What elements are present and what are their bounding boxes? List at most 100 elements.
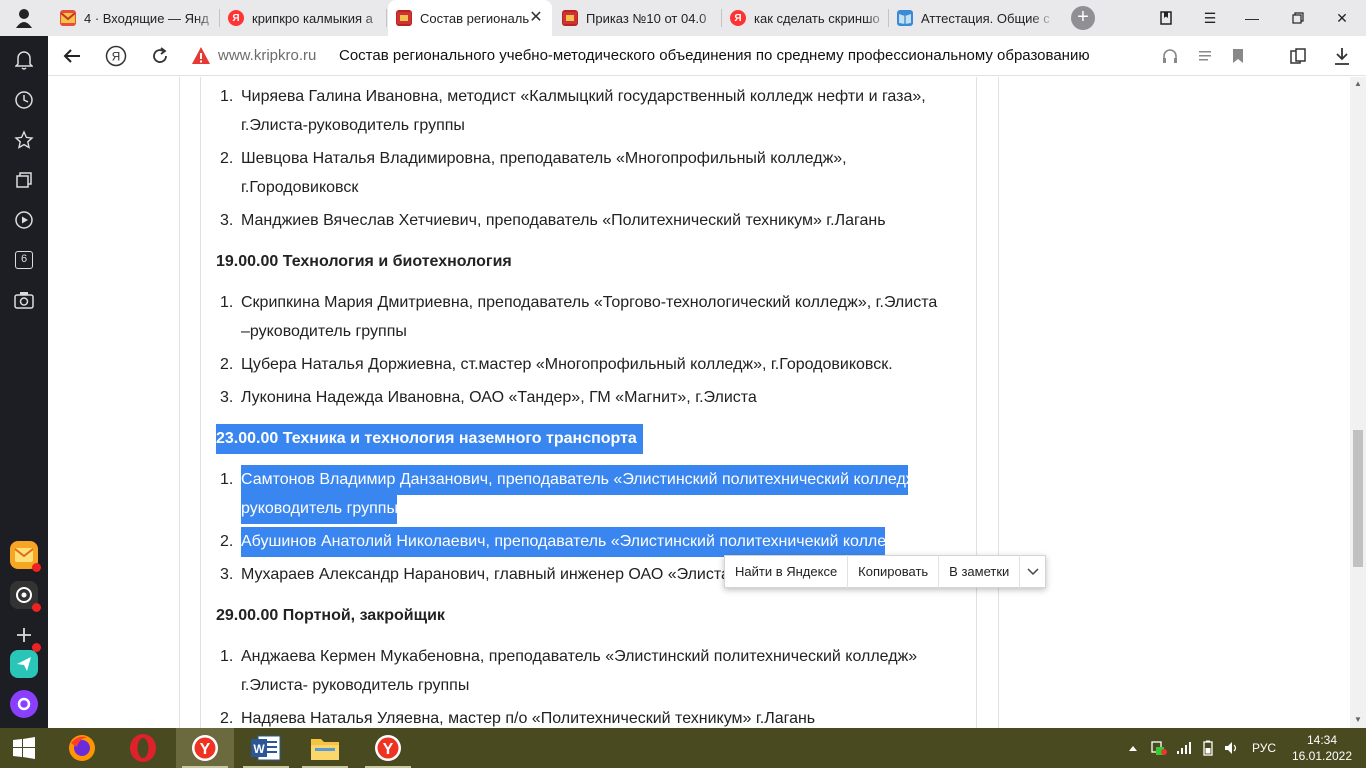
close-icon[interactable]: ✕	[528, 10, 544, 26]
svg-text:Y: Y	[200, 741, 211, 758]
tab-title: 4 · Входящие — Янд	[84, 10, 209, 26]
list-number: 3.	[220, 389, 234, 406]
scrollbar-thumb[interactable]	[1353, 430, 1363, 567]
scroll-down-arrow[interactable]: ▼	[1350, 713, 1366, 727]
warning-icon[interactable]	[191, 46, 211, 66]
section-heading-selected: 23.00.00 Техника и технология наземного …	[216, 424, 643, 454]
list-number: 2.	[220, 150, 234, 167]
headphones-icon[interactable]	[1160, 46, 1180, 66]
yandex-icon: Я	[228, 10, 244, 26]
site-icon	[396, 10, 412, 26]
list-number: 3.	[220, 566, 234, 583]
download-icon[interactable]	[1332, 46, 1352, 66]
list-number: 1.	[220, 648, 234, 665]
list-item-line: Манджиев Вячеслав Хетчиевич, преподавате…	[241, 212, 886, 229]
history-icon[interactable]	[12, 88, 36, 112]
messenger-app-icon[interactable]	[10, 581, 41, 612]
page-scrollbar[interactable]: ▲ ▼	[1350, 77, 1366, 728]
list-item-line: Анджаева Кермен Мукабеновна, преподавате…	[241, 648, 918, 665]
list-item-line-selected: Самтонов Владимир Данзанович, преподават…	[241, 465, 931, 495]
list-number: 1.	[220, 294, 234, 311]
scroll-up-arrow[interactable]: ▲	[1350, 77, 1366, 91]
yandex-browser-2-icon[interactable]: Y	[359, 728, 417, 768]
mail-icon	[60, 10, 76, 26]
tab-screenshot[interactable]: Я как сделать скриншо	[722, 0, 889, 36]
find-in-yandex-button[interactable]: Найти в Яндексе	[725, 555, 849, 588]
word-icon[interactable]: W	[237, 728, 295, 768]
battery-icon[interactable]	[1200, 728, 1216, 768]
reader-mode-icon[interactable]	[1195, 46, 1215, 66]
tab-title: как сделать скриншо	[754, 10, 880, 26]
tab-search-kripkro[interactable]: Я крипкро калмыкия а	[220, 0, 387, 36]
minimize-button[interactable]: —	[1230, 0, 1274, 36]
tab-mail[interactable]: 4 · Входящие — Янд	[52, 0, 220, 36]
system-clock[interactable]: 14:34 16.01.2022	[1290, 732, 1354, 764]
mail-app-icon[interactable]	[10, 541, 41, 572]
close-window-button[interactable]: ✕	[1320, 0, 1364, 36]
yandex-icon: Я	[730, 10, 746, 26]
list-item-line-selected: Абушинов Анатолий Николаевич, преподават…	[241, 527, 915, 557]
list-item-line-selected: руководитель группы	[241, 494, 398, 524]
badge-6-icon[interactable]: 6	[12, 248, 36, 272]
new-tab-button[interactable]: +	[1071, 6, 1095, 30]
volume-icon[interactable]	[1224, 728, 1240, 768]
bookmark-icon[interactable]	[1228, 46, 1248, 66]
tab-title: Приказ №10 от 04.0	[586, 10, 707, 26]
tab-prikaz[interactable]: Приказ №10 от 04.0	[556, 0, 722, 36]
alice-voice-icon[interactable]	[10, 690, 38, 718]
tab-bar: 4 · Входящие — Янд Я крипкро калмыкия а …	[0, 0, 1366, 36]
list-item-line: Скрипкина Мария Дмитриевна, преподавател…	[241, 294, 938, 311]
svg-text:Y: Y	[383, 741, 394, 758]
list-item-line: Чиряева Галина Ивановна, методист «Калмы…	[241, 88, 926, 105]
list-item-line: Мухараев Александр Наранович, главный ин…	[241, 566, 746, 583]
tab-attestaciya[interactable]: Аттестация. Общие с	[889, 0, 1055, 36]
collections-icon[interactable]	[1288, 46, 1308, 66]
add-to-notes-button[interactable]: В заметки	[939, 555, 1021, 588]
file-explorer-icon[interactable]	[296, 728, 354, 768]
list-item-line: Надяева Наталья Уляевна, мастер п/о «Пол…	[241, 710, 816, 727]
video-icon[interactable]	[12, 208, 36, 232]
tabs-icon[interactable]	[12, 168, 36, 192]
list-item-line: г.Элиста-руководитель группы	[241, 117, 465, 134]
page-title[interactable]: Состав регионального учебно-методическог…	[339, 47, 1090, 64]
svg-text:W: W	[253, 742, 265, 756]
language-indicator[interactable]: РУС	[1252, 728, 1276, 768]
bookmarks-collection-icon[interactable]	[1144, 0, 1188, 36]
add-app-icon[interactable]	[10, 621, 41, 652]
screenshot-icon[interactable]	[12, 288, 36, 312]
list-item-line: Шевцова Наталья Владимировна, преподават…	[241, 150, 847, 167]
tab-active-sostav[interactable]: Состав региональ ✕	[388, 0, 552, 36]
svg-text:Я: Я	[112, 50, 121, 64]
network-warning-icon[interactable]	[1150, 728, 1168, 768]
profile-icon[interactable]	[0, 0, 48, 36]
section-heading: 19.00.00 Технология и биотехнология	[216, 253, 512, 270]
list-number: 2.	[220, 356, 234, 373]
wifi-signal-icon[interactable]	[1176, 728, 1192, 768]
notifications-icon[interactable]	[12, 48, 36, 72]
tab-title: Состав региональ	[420, 10, 530, 26]
windows-start-icon[interactable]	[0, 728, 48, 768]
windows-taskbar: Y W Y РУС 14:34 16.01.2022	[0, 728, 1366, 768]
reload-icon[interactable]	[148, 44, 172, 68]
menu-icon[interactable]: ☰	[1188, 0, 1232, 36]
list-item-line: г.Городовиковск	[241, 179, 359, 196]
yandex-browser-icon[interactable]: Y	[176, 728, 234, 768]
section-heading: 29.00.00 Портной, закройщик	[216, 607, 445, 624]
tray-up-arrow-icon[interactable]	[1128, 728, 1138, 768]
url-domain[interactable]: www.kripkro.ru	[218, 47, 316, 64]
firefox-icon[interactable]	[53, 728, 111, 768]
chevron-down-icon[interactable]	[1020, 555, 1045, 588]
list-item-line: Цубера Наталья Доржиевна, ст.мастер «Мно…	[241, 356, 893, 373]
clock-date: 16.01.2022	[1291, 749, 1353, 763]
restore-button[interactable]	[1276, 0, 1320, 36]
list-number: 1.	[220, 88, 234, 105]
yandex-icon[interactable]: Я	[104, 44, 128, 68]
site-icon	[562, 10, 578, 26]
copy-button[interactable]: Копировать	[848, 555, 940, 588]
book-icon	[897, 10, 913, 26]
star-icon[interactable]	[12, 128, 36, 152]
list-item-line: Луконина Надежда Ивановна, ОАО «Тандер»,…	[241, 389, 757, 406]
back-button[interactable]	[60, 44, 84, 68]
send-app-icon[interactable]	[10, 650, 38, 678]
opera-icon[interactable]	[114, 728, 172, 768]
